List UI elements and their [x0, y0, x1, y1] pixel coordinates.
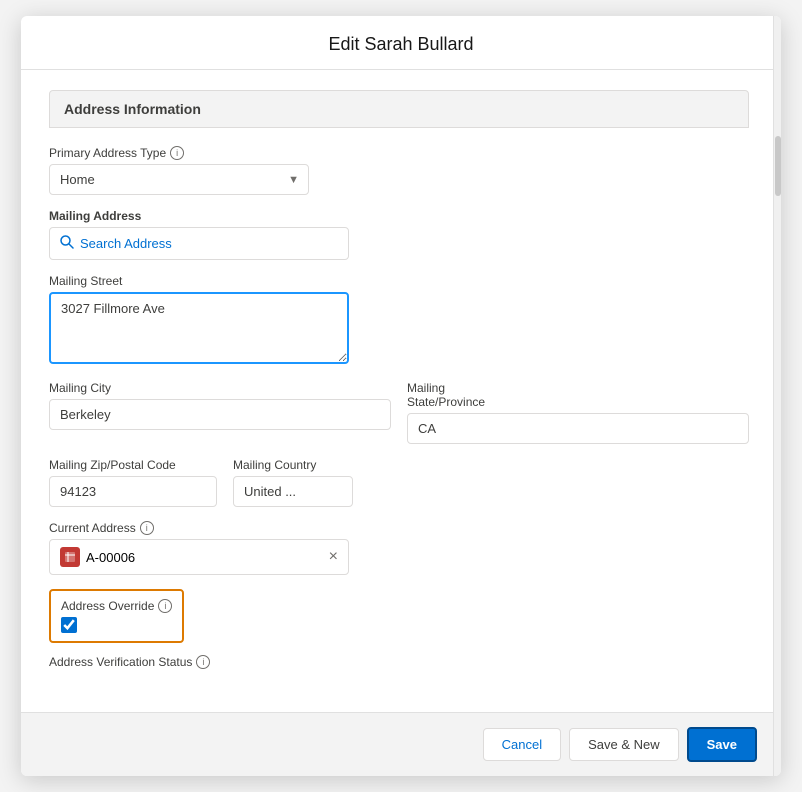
clear-current-address-button[interactable]: × — [329, 549, 338, 565]
primary-address-type-info-icon: i — [170, 146, 184, 160]
mailing-state-label: MailingState/Province — [407, 381, 749, 409]
mailing-street-label: Mailing Street — [49, 274, 749, 288]
city-state-row: Mailing City MailingState/Province — [49, 381, 749, 444]
current-address-value: A-00006 — [86, 550, 135, 565]
modal-title: Edit Sarah Bullard — [45, 34, 757, 55]
mailing-state-input[interactable] — [407, 413, 749, 444]
current-address-group: Current Address i A-00006 × — [49, 521, 749, 575]
modal-footer: Cancel Save & New Save — [21, 712, 781, 776]
modal-body: Address Information Primary Address Type… — [21, 70, 781, 712]
current-address-field: A-00006 × — [49, 539, 349, 575]
mailing-city-group: Mailing City — [49, 381, 391, 444]
zip-country-row: Mailing Zip/Postal Code Mailing Country — [49, 458, 749, 507]
current-address-inner: A-00006 — [60, 547, 135, 567]
address-override-info-icon: i — [158, 599, 172, 613]
address-icon — [60, 547, 80, 567]
address-override-checkbox-wrapper — [61, 617, 172, 633]
search-address-text: Search Address — [80, 236, 172, 251]
mailing-state-group: MailingState/Province — [407, 381, 749, 444]
mailing-zip-input[interactable] — [49, 476, 217, 507]
mailing-country-label: Mailing Country — [233, 458, 353, 472]
mailing-zip-label: Mailing Zip/Postal Code — [49, 458, 217, 472]
search-icon — [60, 235, 74, 252]
primary-address-type-select[interactable]: Home Work Other — [49, 164, 309, 195]
cancel-button[interactable]: Cancel — [483, 728, 561, 761]
mailing-address-label: Mailing Address — [49, 209, 749, 223]
mailing-address-group: Mailing Address Search Address — [49, 209, 749, 260]
current-address-info-icon: i — [140, 521, 154, 535]
mailing-country-input[interactable] — [233, 476, 353, 507]
save-button[interactable]: Save — [687, 727, 757, 762]
mailing-country-group: Mailing Country — [233, 458, 353, 507]
save-new-button[interactable]: Save & New — [569, 728, 679, 761]
primary-address-type-group: Primary Address Type i Home Work Other ▼ — [49, 146, 749, 195]
address-override-label: Address Override i — [61, 599, 172, 613]
address-override-box: Address Override i — [49, 589, 184, 643]
current-address-label: Current Address i — [49, 521, 749, 535]
primary-address-type-label: Primary Address Type i — [49, 146, 749, 160]
scrollbar-thumb — [775, 136, 781, 196]
search-address-field[interactable]: Search Address — [49, 227, 349, 260]
address-verification-info-icon: i — [196, 655, 210, 669]
mailing-city-label: Mailing City — [49, 381, 391, 395]
mailing-street-group: Mailing Street 3027 Fillmore Ave — [49, 274, 749, 367]
address-verification-group: Address Verification Status i — [49, 655, 749, 669]
edit-modal: Edit Sarah Bullard Address Information P… — [21, 16, 781, 776]
primary-address-type-select-wrapper: Home Work Other ▼ — [49, 164, 309, 195]
scrollbar-track[interactable] — [773, 16, 781, 776]
section-header: Address Information — [49, 90, 749, 128]
mailing-zip-group: Mailing Zip/Postal Code — [49, 458, 217, 507]
address-verification-label: Address Verification Status i — [49, 655, 749, 669]
mailing-street-input[interactable]: 3027 Fillmore Ave — [49, 292, 349, 364]
address-override-checkbox[interactable] — [61, 617, 77, 633]
mailing-city-input[interactable] — [49, 399, 391, 430]
modal-header: Edit Sarah Bullard — [21, 16, 781, 70]
